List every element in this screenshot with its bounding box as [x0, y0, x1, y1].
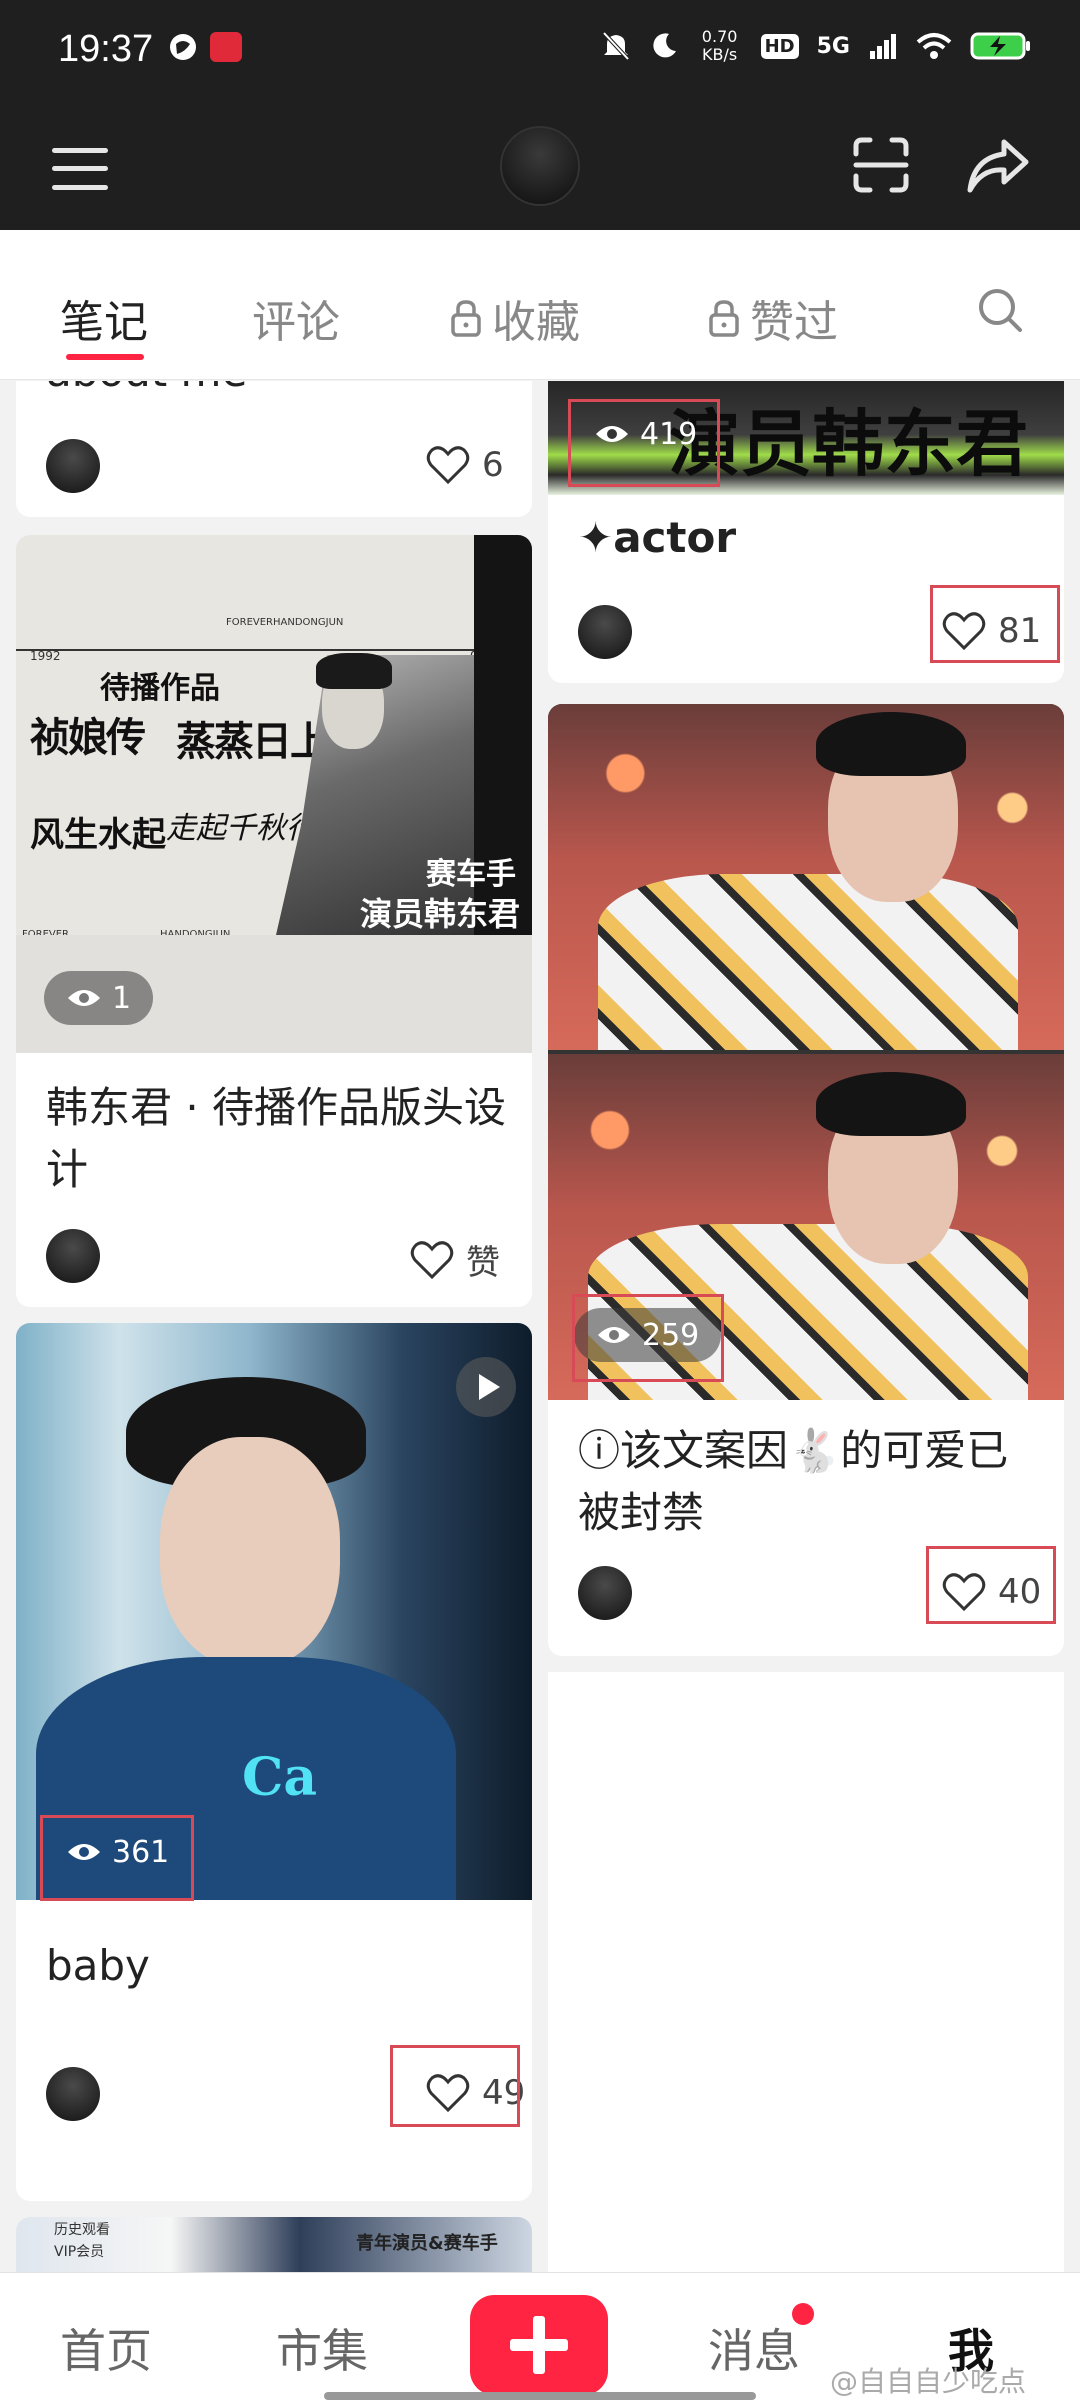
- empty-column-area: [548, 1672, 1064, 2272]
- app-notification-icon: [170, 34, 196, 60]
- note-card-actor[interactable]: 演员韩东君 419 ✦actor 81: [548, 381, 1064, 683]
- like-count: 赞: [466, 1243, 500, 1283]
- note-title: ✦actor: [578, 513, 737, 562]
- play-icon: [456, 1357, 516, 1417]
- tab-favorites-label: 收藏: [492, 297, 580, 348]
- notes-feed[interactable]: about me 6 1992 FOREVERHANDONGJUN 0721 待…: [0, 381, 1080, 2272]
- annotation-box: [568, 399, 720, 487]
- poster-caption-2: 演员韩东君: [360, 895, 521, 933]
- nav-market-label: 市集: [276, 2324, 368, 2378]
- avatar: [46, 2067, 100, 2121]
- avatar: [46, 439, 100, 493]
- cover-text-1: 历史观看: [54, 2222, 110, 2238]
- annotation-box: [930, 585, 1060, 663]
- nav-messages-label: 消息: [708, 2324, 800, 2378]
- nav-market[interactable]: 市集: [276, 2315, 368, 2381]
- note-card-works[interactable]: 1992 FOREVERHANDONGJUN 0721 待播作品 祯娘传 蒸蒸日…: [16, 535, 532, 1307]
- photo-panel-top: [548, 704, 1064, 1050]
- notification-dot: [792, 2303, 814, 2325]
- note-cover-image: 历史观看 VIP会员 青年演员&赛车手: [16, 2217, 532, 2272]
- tab-liked[interactable]: 赞过: [708, 286, 838, 350]
- note-title: baby: [46, 1941, 150, 1990]
- net-speed: 0.70 KB/s: [701, 27, 738, 64]
- note-card-about[interactable]: about me 6: [16, 381, 532, 517]
- lock-icon: [709, 300, 739, 337]
- poster-calligraphy-1: 祯娘传: [30, 714, 146, 761]
- cover-graphic-text: 演员韩东君: [668, 401, 1029, 486]
- network-type: 5G: [816, 33, 850, 59]
- note-cover-image: Ca 361: [16, 1323, 532, 1901]
- like-button[interactable]: 赞: [410, 1235, 500, 1284]
- poster-calligraphy-3: 风生水起: [30, 815, 166, 855]
- profile-header: [0, 100, 1080, 230]
- heart-icon: [410, 1240, 454, 1279]
- note-card-baby[interactable]: Ca 361 baby 49: [16, 1323, 532, 2201]
- active-tab-indicator: [66, 354, 144, 360]
- cover-caption: 青年演员&赛车手: [356, 2233, 498, 2254]
- tab-liked-label: 赞过: [750, 297, 838, 348]
- battery-icon: [970, 32, 1030, 60]
- status-bar: 19:37 0.70 KB/s HD 5G: [0, 0, 1080, 100]
- like-count: 6: [482, 445, 504, 485]
- heart-icon: [426, 446, 470, 485]
- tab-comments[interactable]: 评论: [252, 286, 340, 350]
- profile-tabs: 笔记 评论 收藏 赞过: [0, 230, 1080, 380]
- poster-caption-1: 赛车手: [426, 857, 516, 892]
- hd-badge: HD: [760, 33, 799, 59]
- note-title: 韩东君 · 待播作品版头设计: [46, 1083, 507, 1194]
- search-icon[interactable]: [976, 286, 1024, 334]
- nav-home[interactable]: 首页: [60, 2315, 152, 2381]
- like-button[interactable]: 6: [426, 445, 504, 485]
- poster-calligraphy-2: 蒸蒸日上: [176, 718, 330, 765]
- clock: 19:37: [58, 28, 154, 70]
- nav-home-label: 首页: [60, 2324, 152, 2378]
- annotation-box: [572, 1294, 724, 1382]
- avatar: [578, 1566, 632, 1620]
- note-card-banned[interactable]: 259 ⓘ该文案因🐇的可爱已被封禁 40: [548, 704, 1064, 1656]
- note-cover-image: 演员韩东君 419: [548, 381, 1064, 495]
- signal-icon: [870, 34, 896, 59]
- avatar: [578, 605, 632, 659]
- poster-calligraphy-4: 走起千秋行: [166, 811, 316, 846]
- tab-favorites[interactable]: 收藏: [450, 286, 580, 350]
- annotation-box: [926, 1546, 1056, 1624]
- lock-icon: [451, 300, 481, 337]
- annotation-box: [390, 2045, 520, 2127]
- publish-button[interactable]: [470, 2295, 608, 2395]
- annotation-box: [40, 1815, 194, 1901]
- nav-messages[interactable]: 消息: [708, 2315, 800, 2381]
- home-indicator[interactable]: [324, 2392, 756, 2400]
- mute-icon: [602, 31, 630, 61]
- tab-notes-label: 笔记: [60, 297, 148, 348]
- note-card-partial[interactable]: 历史观看 VIP会员 青年演员&赛车手: [16, 2217, 532, 2272]
- cover-text-2: VIP会员: [54, 2244, 105, 2260]
- note-title: about me: [46, 381, 247, 403]
- poster-hair: [316, 653, 392, 689]
- note-title: ⓘ该文案因🐇的可爱已被封禁: [578, 1426, 1009, 1537]
- eye-icon: [68, 990, 100, 1006]
- tab-notes[interactable]: 笔记: [60, 286, 148, 350]
- poster-tag: FOREVERHANDONGJUN: [226, 617, 344, 628]
- poster-year: 1992: [30, 649, 61, 663]
- note-cover-image: 259: [548, 704, 1064, 1400]
- overlay-text: Ca: [242, 1747, 318, 1808]
- avatar[interactable]: [500, 126, 580, 206]
- poster-heading: 待播作品: [100, 671, 220, 706]
- tab-comments-label: 评论: [252, 297, 340, 348]
- watermark: @自自自少吃点: [830, 2365, 1027, 2398]
- view-count: 1: [112, 980, 132, 1016]
- app-badge-icon: [210, 32, 242, 62]
- view-count-badge: 1: [44, 971, 154, 1025]
- wifi-icon: [916, 33, 952, 59]
- moon-icon: [652, 33, 676, 58]
- note-cover-image: 1992 FOREVERHANDONGJUN 0721 待播作品 祯娘传 蒸蒸日…: [16, 535, 532, 1053]
- menu-icon[interactable]: [52, 148, 108, 190]
- scan-icon[interactable]: [852, 136, 910, 194]
- share-icon[interactable]: [966, 136, 1030, 194]
- avatar: [46, 1229, 100, 1283]
